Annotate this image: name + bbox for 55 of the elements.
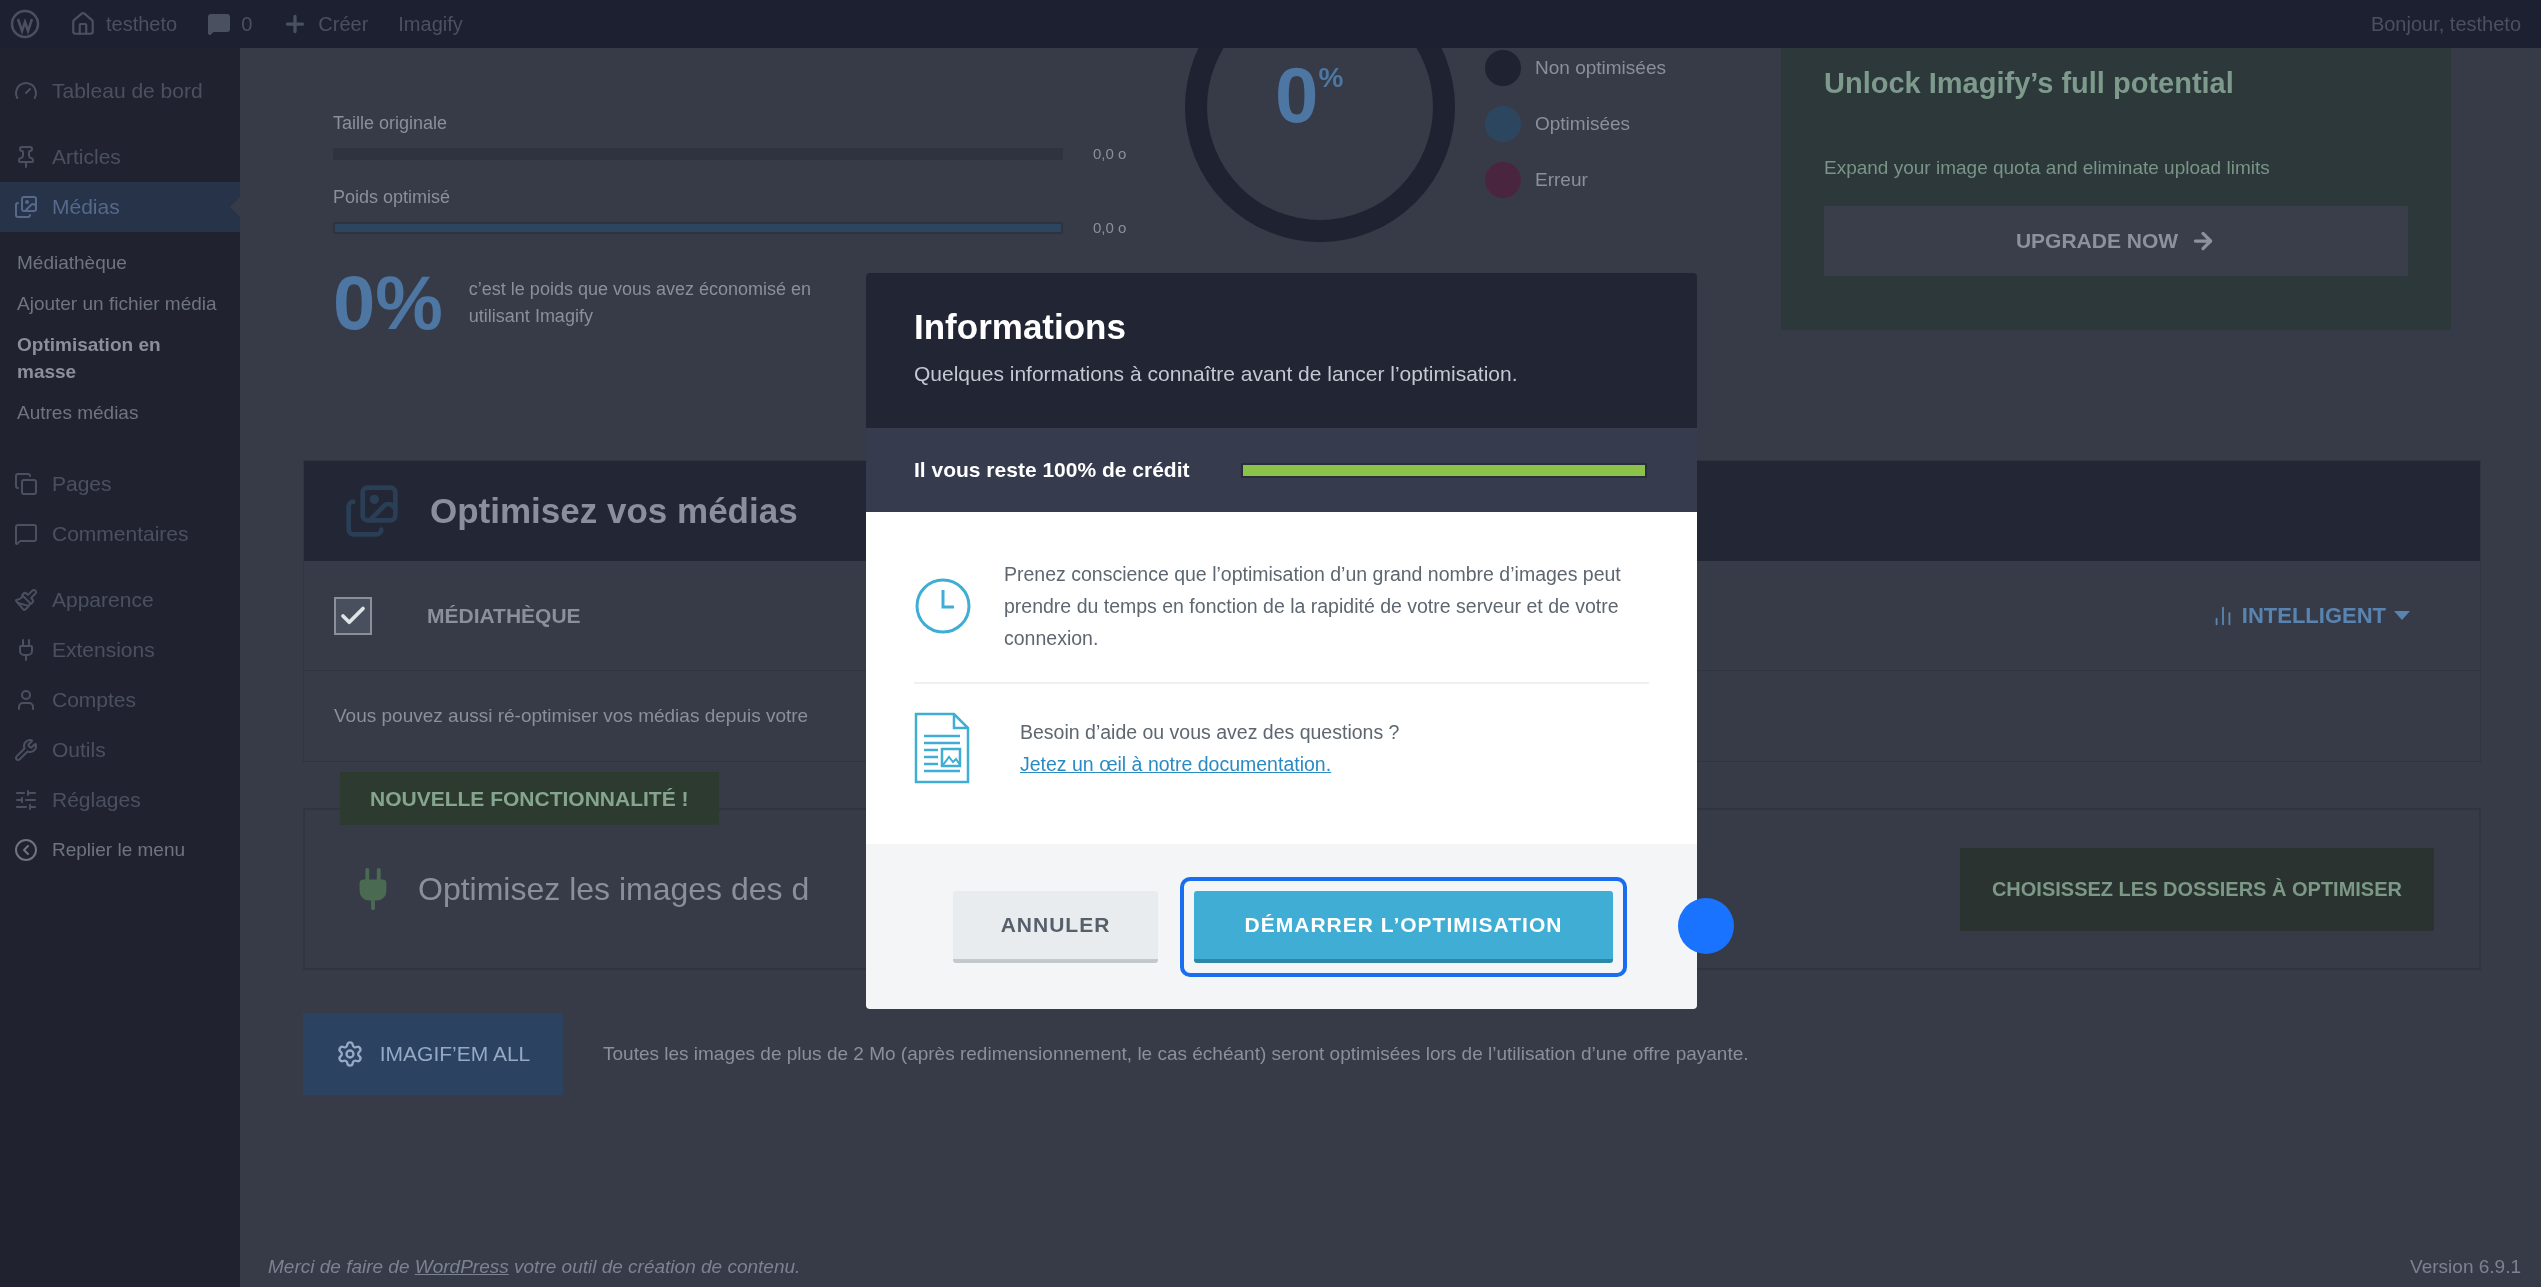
cancel-button[interactable]: ANNULER (953, 890, 1158, 963)
dialog-title: Informations (914, 309, 1127, 344)
donut-value: 0 (1275, 56, 1319, 134)
library-label: MÉDIATHÈQUE (427, 602, 581, 629)
submenu-item[interactable]: Médiathèque (0, 242, 240, 283)
stat-value: 0,0 o (1093, 144, 1127, 164)
imagifem-all-button[interactable]: IMAGIF’EM ALL (303, 1013, 563, 1095)
home-icon (70, 11, 96, 37)
images-icon (14, 195, 38, 219)
legend-label: Non optimisées (1535, 55, 1666, 80)
paintbrush-icon (14, 588, 38, 612)
sidebar-item[interactable]: Médias (0, 182, 240, 232)
notice-text: Prenez conscience que l’optimisation d’un grand nombre d’images peut prendre du temps en fonction de la rapidité de votre serveur et de votre connexion. (1004, 562, 1622, 651)
legend-label: Erreur (1535, 167, 1588, 192)
start-optimization-button[interactable]: DÉMARRER L’OPTIMISATION (1194, 890, 1613, 963)
bulk-note: Toutes les images de plus de 2 Mo (après redimensionnement, le cas échéant) seront optimisées lors de l’utilisation d’une offre payante. (603, 1041, 1749, 1066)
saved-percent: 0% (333, 265, 443, 341)
legend-label: Optimisées (1535, 111, 1631, 136)
new-feature-badge: NOUVELLE FONCTIONNALITÉ ! (340, 772, 719, 825)
documentation-link[interactable]: Jetez un œil à notre documentation. (1020, 748, 1400, 780)
wordpress-link[interactable]: WordPress (414, 1255, 509, 1277)
clock-icon (914, 577, 972, 635)
document-icon (914, 712, 970, 784)
credit-label: Il vous reste 100% de crédit (914, 457, 1190, 484)
dialog-subtitle: Quelques informations à connaître avant de lancer l’optimisation. (914, 361, 1519, 387)
stat-label: Taille originale (333, 112, 449, 135)
collapse-icon (14, 838, 38, 862)
library-checkbox[interactable] (334, 596, 372, 635)
new-feature-title: Optimisez les images des d (418, 870, 810, 909)
images-icon (344, 483, 400, 539)
speech-bubble-icon (207, 12, 232, 36)
version-text: Version 6.9.1 (2410, 1254, 2521, 1279)
upgrade-text: Expand your image quota and eliminate upload limits (1824, 155, 2271, 180)
choose-folders-button[interactable]: CHOISISSEZ LES DOSSIERS À OPTIMISER (1959, 847, 2434, 931)
reoptimize-note: Vous pouvez aussi ré-optimiser vos médias depuis votre (334, 703, 809, 728)
upgrade-button[interactable]: UPGRADE NOW (1824, 206, 2408, 276)
pages-icon (14, 472, 38, 496)
caret-icon (2394, 611, 2410, 620)
sliders-icon (14, 788, 38, 812)
wrench-icon (14, 738, 38, 762)
upgrade-title: Unlock Imagify’s full potential (1824, 66, 2235, 101)
collapse-menu-item[interactable]: Replier le menu (0, 825, 240, 875)
optimize-title: Optimisez vos médias (430, 489, 798, 532)
level-select[interactable]: INTELLIGENT (2211, 599, 2410, 632)
saved-text: c’est le poids que vous avez économisé en utilisant Imagify (468, 278, 813, 328)
stat-value: 0,0 o (1093, 217, 1127, 238)
footer-text: Merci de faire de WordPress votre outil de création de contenu. (268, 1254, 801, 1279)
submenu-item[interactable]: Ajouter un fichier média (0, 283, 240, 324)
donut-unit: % (1318, 64, 1344, 92)
gear-icon (335, 1040, 364, 1068)
speech-bubble-icon (14, 522, 38, 546)
submenu-item[interactable]: Optimisation en masse (0, 324, 240, 392)
submenu-item[interactable]: Autres médias (0, 392, 240, 433)
stat-label: Poids optimisé (333, 185, 452, 209)
notice-text: Besoin d’aide ou vous avez des questions ? (1020, 720, 1400, 745)
